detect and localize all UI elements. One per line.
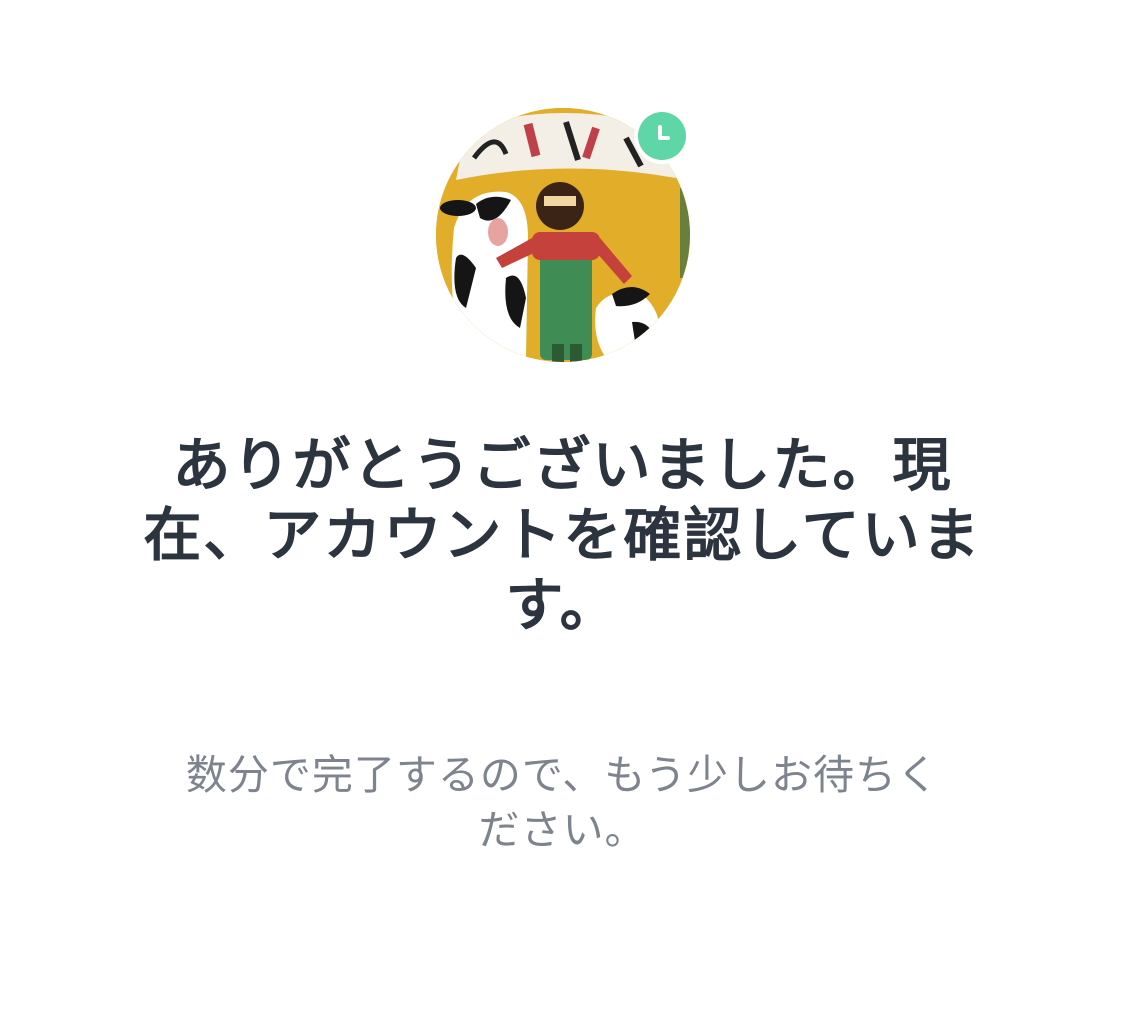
status-badge-circle — [638, 112, 686, 160]
status-badge — [634, 108, 690, 164]
account-verification-screen: ありがとうございました。現在、アカウントを確認しています。 数分で完了するので、… — [0, 0, 1125, 1022]
page-subtitle: 数分で完了するので、もう少しお待ちください。 — [185, 751, 940, 854]
page-title: ありがとうございました。現在、アカウントを確認しています。 — [143, 431, 982, 639]
profile-avatar-container — [436, 108, 690, 362]
clock-icon — [658, 125, 670, 140]
